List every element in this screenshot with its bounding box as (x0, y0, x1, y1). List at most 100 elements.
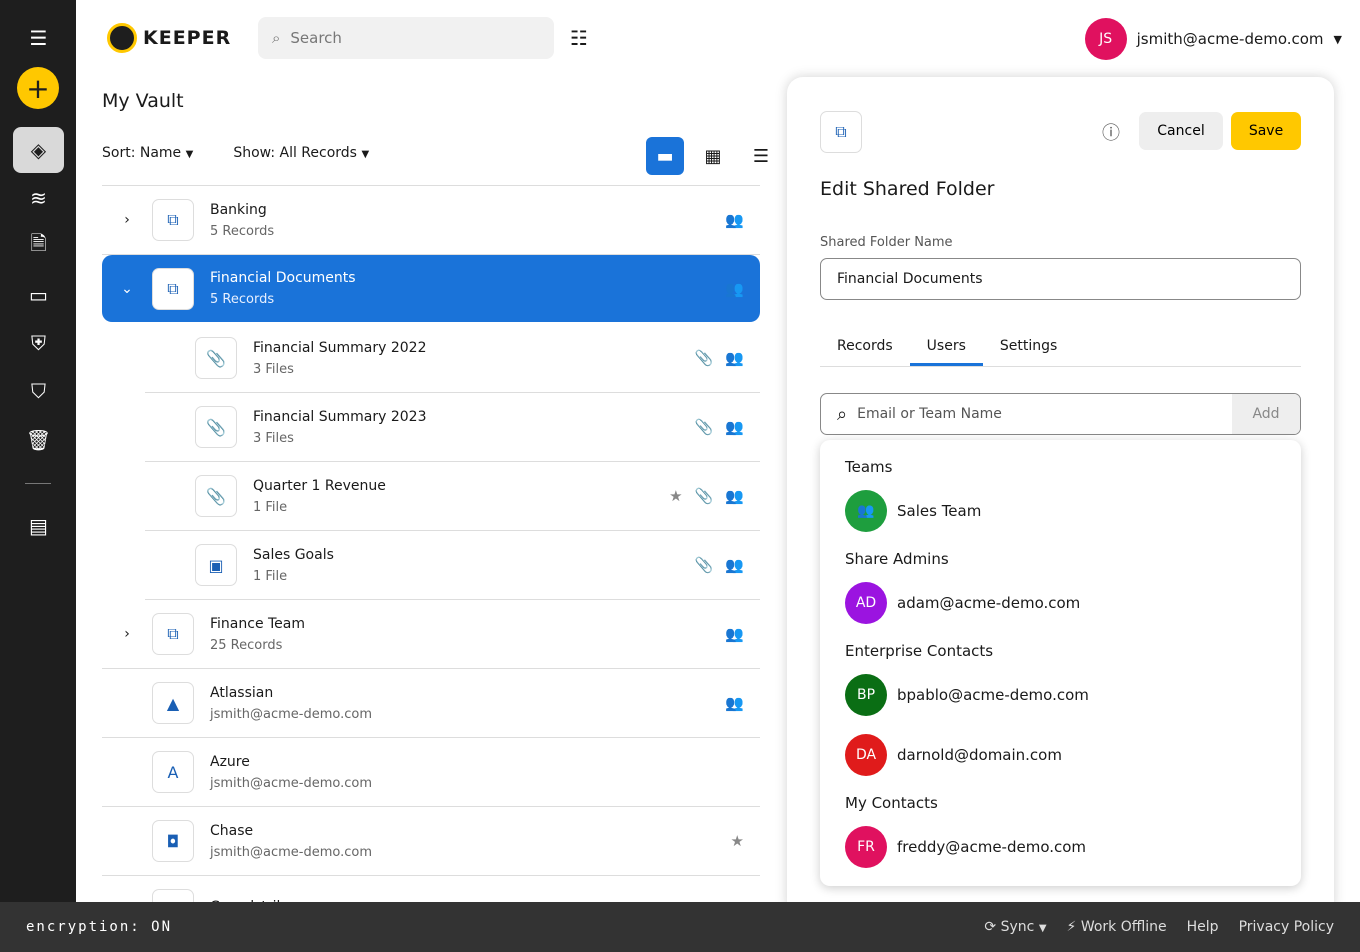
star-icon: ★ (730, 832, 744, 850)
record-subtitle: 25 Records (210, 637, 283, 653)
page-title: My Vault (102, 90, 184, 112)
folder-icon: ⧉ (152, 267, 194, 310)
record-title: Banking (210, 201, 267, 218)
record-row[interactable]: 📎 Quarter 1 Revenue 1 File ★ 📎 👥 (145, 462, 760, 531)
breachwatch-icon[interactable]: ⛉ (13, 368, 64, 414)
shared-users-icon: 👥 (725, 211, 744, 229)
avatar: JS (1084, 18, 1127, 60)
encryption-status: encryption: ON (26, 919, 173, 935)
record-row[interactable]: ↘ Crowdstrike (102, 876, 760, 902)
avatar: BP (845, 674, 887, 716)
work-offline-button[interactable]: ⚡ Work Offline (1067, 919, 1167, 935)
record-title: Financial Summary 2022 (253, 339, 427, 356)
tab-settings[interactable]: Settings (983, 327, 1074, 366)
record-row[interactable]: 📎 Financial Summary 2023 3 Files 📎 👥 (145, 393, 760, 462)
azure-icon: A (152, 751, 194, 793)
search-icon: ⌕ (837, 403, 848, 425)
avatar: FR (845, 826, 887, 868)
record-subtitle: 1 File (253, 499, 288, 515)
grid-view-button[interactable]: ▦ (694, 137, 732, 175)
shield-icon[interactable]: ⛨ (13, 320, 64, 366)
info-icon[interactable]: ⓘ (1102, 119, 1120, 145)
crowdstrike-icon: ↘ (152, 889, 194, 902)
trash-icon[interactable]: 🗑 (13, 417, 64, 463)
filter-icon[interactable]: ☷ (570, 26, 588, 50)
avatar: AD (845, 582, 887, 624)
group-heading: Share Admins (845, 550, 949, 568)
record-title: Sales Goals (253, 546, 334, 563)
record-row[interactable]: 📎 Financial Summary 2022 3 Files 📎 👥 (145, 324, 760, 393)
layout-icon[interactable]: ▤ (13, 503, 64, 549)
tab-records[interactable]: Records (820, 327, 910, 366)
suggestion-item[interactable]: AD adam@acme-demo.com (845, 582, 1276, 624)
group-heading: Enterprise Contacts (845, 642, 994, 660)
field-label: Shared Folder Name (820, 235, 953, 250)
avatar: DA (845, 734, 887, 776)
group-heading: Teams (845, 458, 893, 476)
file-settings-icon[interactable]: 🗎 (13, 223, 64, 269)
suggestion-item[interactable]: BP bpablo@acme-demo.com (845, 674, 1276, 716)
shared-users-icon: 👥 (725, 349, 744, 367)
attachment-icon: 📎 (694, 418, 714, 436)
save-button[interactable]: Save (1231, 112, 1301, 150)
record-subtitle: jsmith@acme-demo.com (210, 844, 372, 860)
record-row[interactable]: ▣ Sales Goals 1 File 📎 👥 (145, 531, 760, 600)
caret-down-icon: ▼ (185, 149, 194, 160)
shared-folder-name-input[interactable]: Financial Documents (820, 258, 1301, 300)
record-list: › ⧉ Banking 5 Records 👥 ⌄ ⧉ Financial Doc… (102, 185, 760, 902)
record-row[interactable]: ◘ Chase jsmith@acme-demo.com ★ (102, 807, 760, 876)
card-icon[interactable]: ▭ (13, 272, 64, 318)
record-row[interactable]: A Azure jsmith@acme-demo.com (102, 738, 760, 807)
group-heading: My Contacts (845, 794, 938, 812)
suggestion-item[interactable]: 👥 Sales Team (845, 490, 1276, 532)
vault-icon[interactable]: ◈ (13, 127, 64, 173)
search-placeholder: Search (290, 29, 342, 47)
chevron-icon[interactable]: › (102, 212, 152, 228)
sync-button[interactable]: ⟳ Sync ▼ (984, 919, 1046, 935)
record-row[interactable]: › ⧉ Finance Team 25 Records 👥 (102, 600, 760, 669)
edit-shared-folder-panel: ⧉ ⓘ Cancel Save Edit Shared Folder Share… (787, 77, 1334, 902)
chase-icon: ◘ (152, 820, 194, 862)
layers-icon[interactable]: ≋ (13, 175, 64, 221)
folder-icon: ⧉ (152, 199, 194, 241)
attachment-icon: 📎 (195, 406, 237, 448)
record-subtitle: jsmith@acme-demo.com (210, 775, 372, 791)
main: KEEPER ⌕ Search ☷ JS jsmith@acme-demo.com… (76, 0, 1360, 902)
record-subtitle: 3 Files (253, 361, 294, 377)
team-icon: 👥 (845, 490, 887, 532)
show-dropdown[interactable]: Show: All Records ▼ (233, 145, 369, 161)
record-row[interactable]: ⌄ ⧉ Financial Documents 5 Records 👥 (102, 255, 760, 322)
record-subtitle: jsmith@acme-demo.com (210, 706, 372, 722)
shared-users-icon: 👥 (725, 625, 744, 643)
user-menu[interactable]: JS jsmith@acme-demo.com ▼ (1084, 18, 1342, 60)
list-view-button[interactable]: ☰ (742, 137, 780, 175)
menu-icon[interactable]: ☰ (13, 15, 64, 61)
user-search-input[interactable]: ⌕ Email or Team Name Add (820, 393, 1301, 435)
add-user-button[interactable]: Add (1232, 394, 1300, 434)
keeper-logo: KEEPER (107, 23, 231, 53)
attachment-icon: 📎 (195, 337, 237, 379)
suggestion-item[interactable]: DA darnold@domain.com (845, 734, 1276, 776)
atlassian-icon: ▲ (152, 682, 194, 724)
shared-users-icon: 👥 (725, 556, 744, 574)
folder-view-button[interactable]: ▬ (646, 137, 684, 175)
record-row[interactable]: › ⧉ Banking 5 Records 👥 (102, 186, 760, 255)
caret-down-icon: ▼ (361, 149, 370, 160)
show-label: Show: All Records (233, 145, 357, 161)
cancel-button[interactable]: Cancel (1139, 112, 1223, 150)
record-title: Chase (210, 822, 254, 839)
search-input[interactable]: ⌕ Search (258, 17, 554, 59)
suggestion-item[interactable]: FR freddy@acme-demo.com (845, 826, 1276, 868)
privacy-policy-link[interactable]: Privacy Policy (1239, 919, 1334, 935)
record-subtitle: 5 Records (210, 223, 275, 239)
tab-users[interactable]: Users (909, 327, 983, 366)
logo-text: KEEPER (143, 27, 232, 49)
record-row[interactable]: ▲ Atlassian jsmith@acme-demo.com 👥 (102, 669, 760, 738)
help-link[interactable]: Help (1187, 919, 1219, 935)
sort-dropdown[interactable]: Sort: Name ▼ (102, 145, 193, 161)
chevron-icon[interactable]: ⌄ (102, 281, 152, 297)
chevron-icon[interactable]: › (102, 626, 152, 642)
user-suggestions-dropdown: Teams 👥 Sales Team Share Admins AD adam@acm… (820, 440, 1301, 886)
add-button[interactable]: + (17, 67, 59, 109)
record-title: Quarter 1 Revenue (253, 477, 386, 494)
